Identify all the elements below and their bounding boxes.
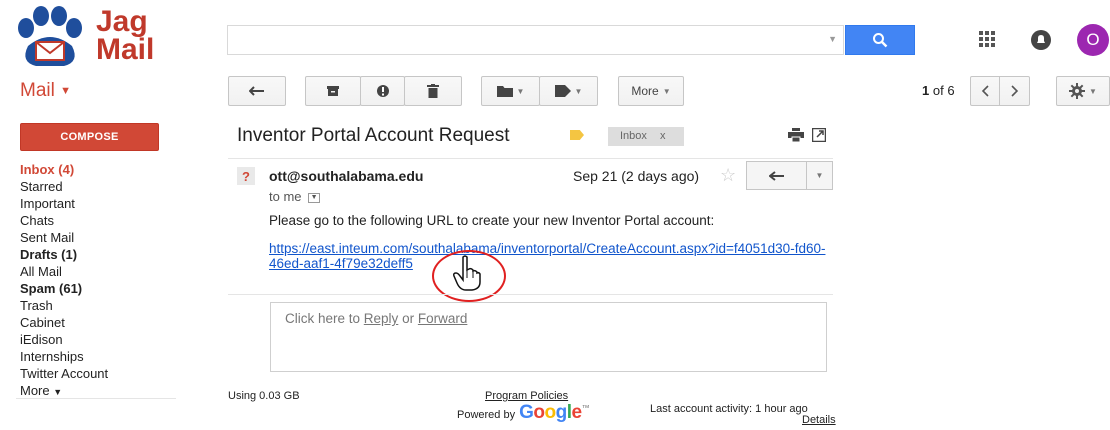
sidebar-item-starred[interactable]: Starred xyxy=(20,178,180,195)
chevron-down-icon: ▼ xyxy=(60,84,72,97)
google-logo: Google™ xyxy=(519,402,590,423)
importance-marker-icon[interactable] xyxy=(570,130,584,140)
trash-icon xyxy=(427,84,439,98)
chevron-down-icon: ▼ xyxy=(53,387,63,397)
sidebar-item-important[interactable]: Important xyxy=(20,195,180,212)
recipients: to me ▼ xyxy=(269,189,321,204)
compose-button[interactable]: COMPOSE xyxy=(20,123,159,151)
chevron-right-icon xyxy=(1010,85,1018,97)
search-box: ▼ xyxy=(227,25,844,55)
back-button[interactable] xyxy=(228,76,286,106)
report-spam-icon xyxy=(376,85,389,97)
inbox-chip-label: Inbox xyxy=(620,130,647,142)
sidebar-more-label: More xyxy=(20,383,50,398)
search-options-caret-icon[interactable]: ▼ xyxy=(828,34,837,44)
chevron-down-icon: ▼ xyxy=(662,86,671,96)
reply-prompt-prefix: Click here to xyxy=(285,311,361,326)
mail-app-switcher[interactable]: Mail ▼ xyxy=(20,80,71,102)
logo-line-2: Mail xyxy=(96,33,155,66)
archive-icon xyxy=(327,86,339,96)
star-icon[interactable]: ☆ xyxy=(720,165,736,186)
sidebar-item-chats[interactable]: Chats xyxy=(20,212,180,229)
settings-button[interactable]: ▼ xyxy=(1056,76,1110,106)
sender-avatar: ? xyxy=(237,167,255,185)
delete-button[interactable] xyxy=(404,76,462,106)
message-body: Please go to the following URL to create… xyxy=(269,213,715,228)
reply-prompt-or: or xyxy=(402,311,415,326)
pagination-count: 1 of 6 xyxy=(922,83,955,98)
chevron-down-icon: ▼ xyxy=(516,86,525,96)
label-icon xyxy=(554,85,571,97)
apps-grid-icon[interactable] xyxy=(978,30,996,53)
recipients-label: to me xyxy=(269,189,302,204)
search-input[interactable] xyxy=(228,26,818,54)
last-activity: Last account activity: 1 hour ago xyxy=(650,403,808,415)
powered-by-label: Powered by xyxy=(457,409,516,421)
sidebar-item-spam[interactable]: Spam (61) xyxy=(20,280,180,297)
sidebar-item-drafts[interactable]: Drafts (1) xyxy=(20,246,180,263)
more-label: More xyxy=(631,84,659,98)
more-actions-button[interactable]: More ▼ xyxy=(618,76,684,106)
move-to-button[interactable]: ▼ xyxy=(481,76,540,106)
gear-icon xyxy=(1069,83,1086,99)
page-range: 1 xyxy=(922,83,930,98)
create-account-link[interactable]: https://east.inteum.com/southalabama/inv… xyxy=(269,241,829,271)
program-policies-link[interactable]: Program Policies xyxy=(485,390,568,402)
reply-icon xyxy=(769,170,784,181)
search-icon xyxy=(873,33,888,48)
sidebar-item-cabinet[interactable]: Cabinet xyxy=(20,314,180,331)
chevron-down-icon: ▼ xyxy=(1089,86,1097,96)
sidebar-item-iedison[interactable]: iEdison xyxy=(20,331,180,348)
message-subject: Inventor Portal Account Request xyxy=(237,125,510,146)
chevron-down-icon: ▼ xyxy=(574,86,583,96)
paw-envelope-icon xyxy=(18,6,82,66)
more-message-actions-button[interactable]: ▼ xyxy=(806,161,833,190)
sender-email[interactable]: ott@southalabama.edu xyxy=(269,168,423,184)
forward-link[interactable]: Forward xyxy=(418,311,468,326)
message-divider xyxy=(228,294,833,295)
sidebar-item-inbox[interactable]: Inbox (4) xyxy=(20,161,180,178)
reply-link[interactable]: Reply xyxy=(364,311,399,326)
jagmail-logo[interactable]: Jag Mail xyxy=(14,6,174,72)
show-details-dropdown[interactable]: ▼ xyxy=(308,192,321,203)
inbox-label-chip: Inbox x xyxy=(608,127,684,146)
newer-button[interactable] xyxy=(970,76,1000,106)
back-arrow-icon xyxy=(249,86,264,96)
user-avatar[interactable]: O xyxy=(1077,24,1109,56)
remove-label-button[interactable]: x xyxy=(660,130,666,142)
notifications-icon[interactable] xyxy=(1030,29,1052,51)
sidebar-item-internships[interactable]: Internships xyxy=(20,348,180,365)
logo-line-1: Jag xyxy=(96,5,148,38)
hand-cursor-icon xyxy=(452,255,482,296)
search-button[interactable] xyxy=(845,25,915,55)
older-button[interactable] xyxy=(999,76,1030,106)
quick-reply-box[interactable]: Click here to Reply or Forward xyxy=(270,302,827,372)
message-date: Sep 21 (2 days ago) xyxy=(573,168,700,184)
sidebar-item-all-mail[interactable]: All Mail xyxy=(20,263,180,280)
chevron-down-icon: ▼ xyxy=(815,171,824,180)
sidebar-item-sent-mail[interactable]: Sent Mail xyxy=(20,229,180,246)
mail-label: Mail xyxy=(20,80,55,101)
reply-button[interactable] xyxy=(746,161,807,190)
powered-by-google: Powered by Google™ xyxy=(457,402,590,424)
sidebar-item-more[interactable]: More ▼ xyxy=(20,382,180,399)
print-icon[interactable] xyxy=(788,128,804,147)
storage-usage: Using 0.03 GB xyxy=(228,390,300,402)
labels-button[interactable]: ▼ xyxy=(539,76,598,106)
sidebar-nav: Inbox (4) Starred Important Chats Sent M… xyxy=(20,161,180,399)
new-window-icon[interactable] xyxy=(811,127,827,147)
activity-details-link[interactable]: Details xyxy=(802,414,836,426)
folder-icon xyxy=(496,86,513,97)
archive-button[interactable] xyxy=(305,76,361,106)
page-total: of 6 xyxy=(932,83,955,98)
header-divider xyxy=(228,158,833,159)
report-spam-button[interactable] xyxy=(360,76,405,106)
sidebar-item-trash[interactable]: Trash xyxy=(20,297,180,314)
sidebar-divider xyxy=(16,398,176,399)
sidebar-item-twitter-account[interactable]: Twitter Account xyxy=(20,365,180,382)
chevron-left-icon xyxy=(981,85,989,97)
